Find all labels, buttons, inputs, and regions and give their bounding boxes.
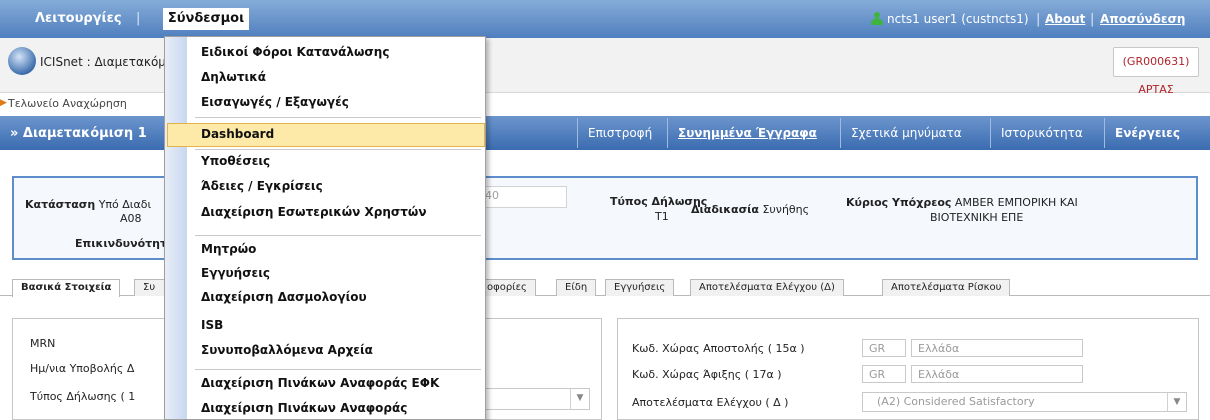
control-results-value: (A2) Considered Satisfactory [877, 395, 1035, 408]
customs-office-badge: (GR000631) ΑΡΤΑΣ [1113, 47, 1199, 96]
risk-label: Επικινδυνότητ [75, 237, 168, 250]
mrn-label: MRN [30, 337, 56, 350]
dropdown-rail [165, 37, 187, 419]
status-label: Κατάσταση [25, 198, 96, 211]
menu-sindesmoi[interactable]: Σύνδεσμοι [163, 11, 249, 26]
tab-items[interactable]: Είδη [556, 279, 597, 296]
tab-risk-results[interactable]: Αποτελέσματα Ρίσκου [882, 279, 1011, 296]
back-button[interactable]: Επιστροφή [577, 118, 662, 148]
user-info: ncts1 user1 (custncts1) [887, 12, 1029, 26]
reference-value: 40 [485, 189, 499, 202]
actions-button[interactable]: Ενέργειες [1104, 118, 1190, 148]
dispatch-country-label: Κωδ. Χώρας Αποστολής ( 15α ) [632, 342, 805, 355]
related-messages-button[interactable]: Σχετικά μηνύματα [840, 118, 972, 148]
menu-separator: | [136, 11, 141, 26]
dropdown-item-isb[interactable]: ISB [201, 318, 223, 332]
dropdown-item-licenses[interactable]: Άδειες / Εγκρίσεις [201, 179, 323, 193]
dropdown-separator [195, 117, 481, 118]
status-row: Κατάσταση Υπό Διαδι [25, 198, 151, 211]
dispatch-code-input[interactable]: GR [862, 339, 906, 357]
principal-value-1: AMBER ΕΜΠΟΡΙΚΗ ΚΑΙ [954, 196, 1078, 209]
dropdown-item-attached-files[interactable]: Συνυποβαλλόμενα Αρχεία [201, 343, 373, 357]
breadcrumb-arrow-icon: ▶ [0, 98, 7, 108]
procedure-label: Διαδικασία [691, 203, 759, 216]
destination-code-input[interactable]: GR [862, 365, 906, 383]
chevron-down-icon: ▼ [1167, 393, 1186, 411]
tab-basic[interactable]: Βασικά Στοιχεία [12, 279, 121, 297]
procedure-row: Διαδικασία Συνήθης [691, 203, 809, 216]
dropdown-item-excise-reference-tables[interactable]: Διαχείριση Πινάκων Αναφοράς ΕΦΚ [201, 376, 439, 390]
dropdown-separator [195, 369, 481, 370]
dispatch-country-input[interactable]: Ελλάδα [911, 339, 1083, 357]
principal-row: Κύριος Υπόχρεος AMBER ΕΜΠΟΡΙΚΗ ΚΑΙ [846, 196, 1078, 209]
destination-country-label: Κωδ. Χώρας Άφιξης ( 17α ) [632, 368, 782, 381]
destination-country-input[interactable]: Ελλάδα [911, 365, 1083, 383]
top-separator-1: | [1036, 12, 1041, 27]
control-results-label: Αποτελέσματα Ελέγχου ( Δ ) [632, 396, 789, 409]
dropdown-item-manifests[interactable]: Δηλωτικά [201, 70, 266, 84]
attached-documents-button[interactable]: Συνημμένα Έγγραφα [667, 118, 827, 148]
dropdown-item-reference-tables[interactable]: Διαχείριση Πινάκων Αναφοράς [201, 401, 407, 415]
declaration-type-select[interactable]: ▼ [485, 388, 590, 410]
dropdown-item-guarantees[interactable]: Εγγυήσεις [201, 266, 270, 280]
dropdown-separator [195, 235, 481, 236]
dropdown-item-cases[interactable]: Υποθέσεις [201, 154, 270, 168]
chevron-down-icon: ▼ [570, 389, 589, 409]
tab-transport[interactable]: οφορίες [478, 279, 536, 296]
links-dropdown-menu: Ειδικοί Φόροι Κατανάλωσης Δηλωτικά Εισαγ… [164, 36, 486, 420]
icisnet-logo-icon [8, 47, 36, 75]
submission-date-label: Ημ/νια Υποβολής Δ [30, 362, 135, 375]
logout-link[interactable]: Αποσύνδεση [1100, 12, 1185, 26]
dropdown-separator [195, 149, 481, 150]
dropdown-item-dashboard[interactable]: Dashboard [201, 127, 274, 141]
top-separator-2: | [1090, 12, 1095, 27]
status-value: Υπό Διαδι [98, 198, 152, 211]
breadcrumb[interactable]: Τελωνείο Αναχώρηση [8, 97, 127, 110]
principal-value-2: ΒΙΟΤΕΧΝΙΚΗ ΕΠΕ [930, 211, 1024, 224]
menu-sindesmoi-active[interactable]: Σύνδεσμοι [163, 8, 249, 30]
dropdown-item-internal-users[interactable]: Διαχείριση Εσωτερικών Χρηστών [201, 205, 427, 219]
history-button[interactable]: Ιστορικότητα [990, 118, 1093, 148]
status-code: A08 [120, 212, 142, 225]
page-title: » Διαμετακόμιση 1 [10, 126, 147, 141]
tab-control-results[interactable]: Αποτελέσματα Ελέγχου (Δ) [690, 279, 844, 296]
dropdown-item-registry[interactable]: Μητρώο [201, 242, 256, 256]
tab-su[interactable]: Συ [134, 279, 166, 296]
menu-leitourgies[interactable]: Λειτουργίες [35, 11, 122, 26]
dropdown-item-excise[interactable]: Ειδικοί Φόροι Κατανάλωσης [201, 45, 389, 59]
dropdown-item-import-export[interactable]: Εισαγωγές / Εξαγωγές [201, 95, 349, 109]
dropdown-item-tariff[interactable]: Διαχείριση Δασμολογίου [201, 290, 367, 304]
principal-label: Κύριος Υπόχρεος [846, 196, 952, 209]
declaration-type-label: Τύπος Δήλωσης ( 1 [30, 390, 136, 403]
tab-guarantees[interactable]: Εγγυήσεις [605, 279, 675, 296]
about-link[interactable]: About [1045, 12, 1085, 26]
user-icon [871, 12, 883, 25]
procedure-value: Συνήθης [762, 203, 810, 216]
type-value: T1 [655, 210, 669, 223]
control-results-select[interactable]: (A2) Considered Satisfactory ▼ [862, 392, 1187, 412]
